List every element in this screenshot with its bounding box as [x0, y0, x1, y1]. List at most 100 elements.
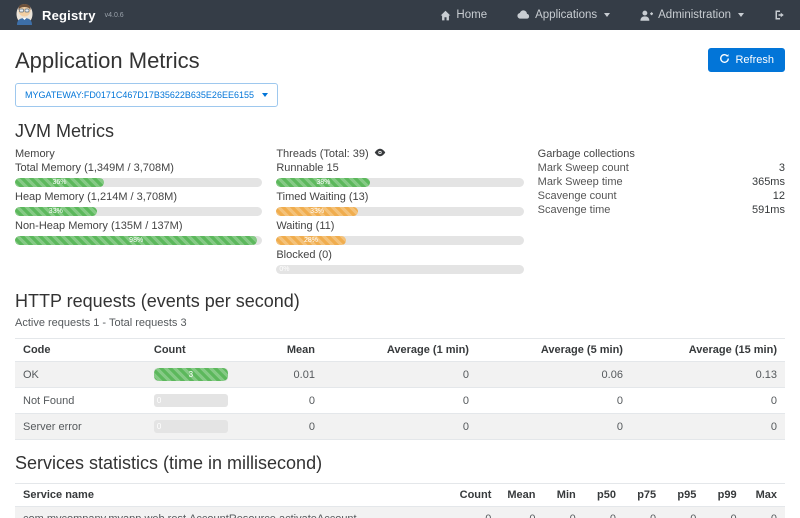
col-header-avg15: Average (15 min)	[631, 339, 785, 362]
count-bar: 0	[154, 394, 228, 407]
gc-title: Garbage collections	[538, 147, 785, 161]
progress-percent-label: 36%	[15, 178, 104, 187]
nav-item-home[interactable]: Home	[440, 9, 487, 21]
nav-item-applications[interactable]: Applications	[517, 9, 610, 21]
progress-fill: 28%	[276, 236, 345, 245]
instance-selector-dropdown[interactable]: MYGATEWAY:FD0171C467D17B35622B635E26EE61…	[15, 83, 278, 107]
http-requests-heading: HTTP requests (events per second)	[15, 291, 785, 312]
avg15-cell: 0.13	[631, 362, 785, 388]
refresh-button[interactable]: Refresh	[708, 48, 785, 72]
bar-label: Waiting (11)	[276, 220, 523, 233]
memory-title: Memory	[15, 147, 262, 161]
cloud-icon	[517, 10, 530, 20]
eye-icon[interactable]	[374, 147, 386, 161]
col-header-count: Count	[146, 339, 269, 362]
progress-track: 38%	[276, 178, 523, 187]
avg5-cell: 0.06	[477, 362, 631, 388]
bar-label: Total Memory (1,349M / 3,708M)	[15, 162, 262, 175]
gc-value: 365ms	[752, 175, 785, 189]
mean-cell: 0	[269, 388, 323, 414]
bar-label: Heap Memory (1,214M / 3,708M)	[15, 191, 262, 204]
refresh-label: Refresh	[735, 54, 774, 66]
stat-cell: 0	[452, 507, 500, 518]
col-header-mean: Mean	[499, 484, 543, 507]
gc-label: Mark Sweep time	[538, 175, 623, 189]
avg1-cell: 0	[323, 414, 477, 440]
nav-items: Home Applications Administration	[440, 9, 786, 21]
threads-bar-waiting: Waiting (11) 28%	[276, 220, 523, 245]
bar-label: Timed Waiting (13)	[276, 191, 523, 204]
http-row-not-found: Not Found 0 0 0 0 0	[15, 388, 785, 414]
progress-percent-label: 33%	[276, 207, 358, 216]
sign-out-icon	[774, 9, 786, 21]
count-label: 0	[157, 420, 161, 433]
avg5-cell: 0	[477, 414, 631, 440]
col-header-avg5: Average (5 min)	[477, 339, 631, 362]
http-row-server-error: Server error 0 0 0 0 0	[15, 414, 785, 440]
col-header-mean: Mean	[269, 339, 323, 362]
chevron-down-icon	[262, 93, 268, 97]
progress-track: 3	[154, 368, 228, 381]
progress-percent-label: 33%	[15, 207, 97, 216]
threads-title: Threads (Total: 39)	[276, 147, 368, 161]
services-table-header-row: Service name Count Mean Min p50 p75 p95 …	[15, 484, 785, 507]
memory-bar-total: Total Memory (1,349M / 3,708M) 36%	[15, 162, 262, 187]
gc-row: Mark Sweep count 3	[538, 161, 785, 175]
progress-fill: 33%	[15, 207, 97, 216]
progress-track: 33%	[15, 207, 262, 216]
http-table-header-row: Code Count Mean Average (1 min) Average …	[15, 339, 785, 362]
http-requests-subtitle: Active requests 1 - Total requests 3	[15, 317, 785, 329]
progress-percent-label: 0%	[279, 265, 289, 274]
jhipster-logo-icon	[14, 1, 35, 30]
service-name-cell: com.mycompany.myapp.web.rest.AccountReso…	[15, 507, 452, 518]
http-code-cell: OK	[15, 362, 146, 388]
bar-label: Runnable 15	[276, 162, 523, 175]
threads-bar-blocked: Blocked (0) 0%	[276, 249, 523, 274]
progress-fill: 33%	[276, 207, 358, 216]
avg5-cell: 0	[477, 388, 631, 414]
progress-fill: 98%	[15, 236, 257, 245]
progress-track: 98%	[15, 236, 262, 245]
http-code-cell: Server error	[15, 414, 146, 440]
stat-cell: 0	[499, 507, 543, 518]
progress-percent-label: 98%	[15, 236, 257, 245]
instance-selector-label: MYGATEWAY:FD0171C467D17B35622B635E26EE61…	[25, 90, 254, 100]
count-label: 0	[157, 394, 161, 407]
bar-label: Non-Heap Memory (135M / 137M)	[15, 220, 262, 233]
http-requests-table: Code Count Mean Average (1 min) Average …	[15, 338, 785, 440]
stat-cell: 0	[544, 507, 584, 518]
threads-column: Threads (Total: 39) Runnable 15 38%	[276, 147, 523, 278]
memory-column: Memory Total Memory (1,349M / 3,708M) 36…	[15, 147, 262, 278]
col-header-avg1: Average (1 min)	[323, 339, 477, 362]
count-bar: 3	[154, 368, 228, 381]
gc-label: Scavenge count	[538, 189, 617, 203]
threads-bar-timed-waiting: Timed Waiting (13) 33%	[276, 191, 523, 216]
brand-version: v4.0.6	[105, 12, 124, 19]
col-header-service-name: Service name	[15, 484, 452, 507]
nav-item-administration[interactable]: Administration	[640, 9, 744, 21]
progress-track: 0%	[276, 265, 523, 274]
stat-cell: 0	[584, 507, 624, 518]
brand[interactable]: Registry v4.0.6	[14, 1, 124, 30]
gc-row: Scavenge count 12	[538, 189, 785, 203]
nav-item-label: Administration	[658, 9, 731, 21]
jvm-metrics-heading: JVM Metrics	[15, 121, 785, 142]
navbar: Registry v4.0.6 Home Applications	[0, 0, 800, 30]
stat-cell: 0	[745, 507, 785, 518]
refresh-icon	[719, 53, 730, 67]
gc-value: 591ms	[752, 203, 785, 217]
gc-column: Garbage collections Mark Sweep count 3 M…	[538, 147, 785, 278]
col-header-p50: p50	[584, 484, 624, 507]
brand-name: Registry	[42, 8, 96, 23]
threads-bar-runnable: Runnable 15 38%	[276, 162, 523, 187]
col-header-max: Max	[745, 484, 785, 507]
avg1-cell: 0	[323, 362, 477, 388]
col-header-p99: p99	[704, 484, 744, 507]
sign-out-button[interactable]	[774, 9, 786, 21]
progress-percent-label: 38%	[276, 178, 370, 187]
http-code-cell: Not Found	[15, 388, 146, 414]
stat-cell: 0	[624, 507, 664, 518]
page-title: Application Metrics	[15, 48, 200, 74]
user-plus-icon	[640, 10, 653, 21]
jvm-metrics-grid: Memory Total Memory (1,349M / 3,708M) 36…	[15, 147, 785, 278]
